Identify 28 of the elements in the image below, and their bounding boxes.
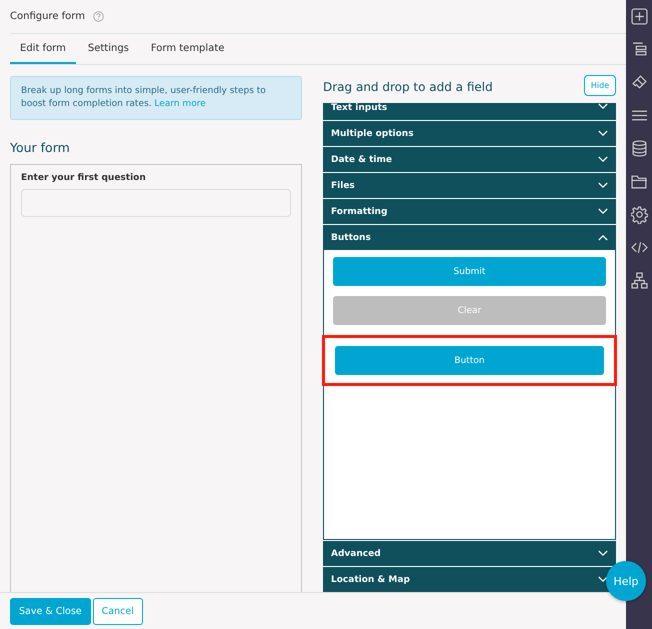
info-text: Break up long forms into simple, user-friendly steps to boost form completion rates. Learn more <box>21 85 267 111</box>
accordion-header[interactable]: Advanced <box>323 540 616 566</box>
chevron-down-icon <box>598 576 608 583</box>
settings-icon[interactable] <box>630 205 648 224</box>
accordion-header[interactable]: Text inputs <box>323 103 616 120</box>
accordion-header[interactable]: Files <box>323 172 616 198</box>
tab[interactable]: Form template <box>140 34 234 64</box>
accordion-header[interactable]: Formatting <box>323 198 616 224</box>
section-heading: Your form <box>10 140 71 157</box>
chevron-down-icon <box>598 550 608 557</box>
database-icon[interactable] <box>630 139 648 158</box>
chevron-down-icon <box>598 130 608 137</box>
chevron-down-icon <box>598 156 608 163</box>
add-icon[interactable] <box>630 7 648 26</box>
tab[interactable]: Edit form <box>10 34 76 64</box>
form-title: Configure form <box>10 11 85 22</box>
sitemap-icon[interactable] <box>630 271 648 290</box>
section-heading: Drag and drop to add a field <box>323 79 493 94</box>
accordion-header[interactable]: Multiple options <box>323 120 616 146</box>
chevron-down-icon <box>598 103 608 110</box>
input-field[interactable] <box>21 189 291 217</box>
accordion-header[interactable]: Buttons <box>323 224 616 250</box>
accordion-header[interactable]: Date & time <box>323 146 616 172</box>
tab[interactable]: Settings <box>78 34 139 64</box>
chevron-up-icon <box>598 234 608 241</box>
chevron-down-icon <box>598 208 608 215</box>
question-label: Enter your first question <box>21 173 147 183</box>
chevron-down-icon <box>598 182 608 189</box>
